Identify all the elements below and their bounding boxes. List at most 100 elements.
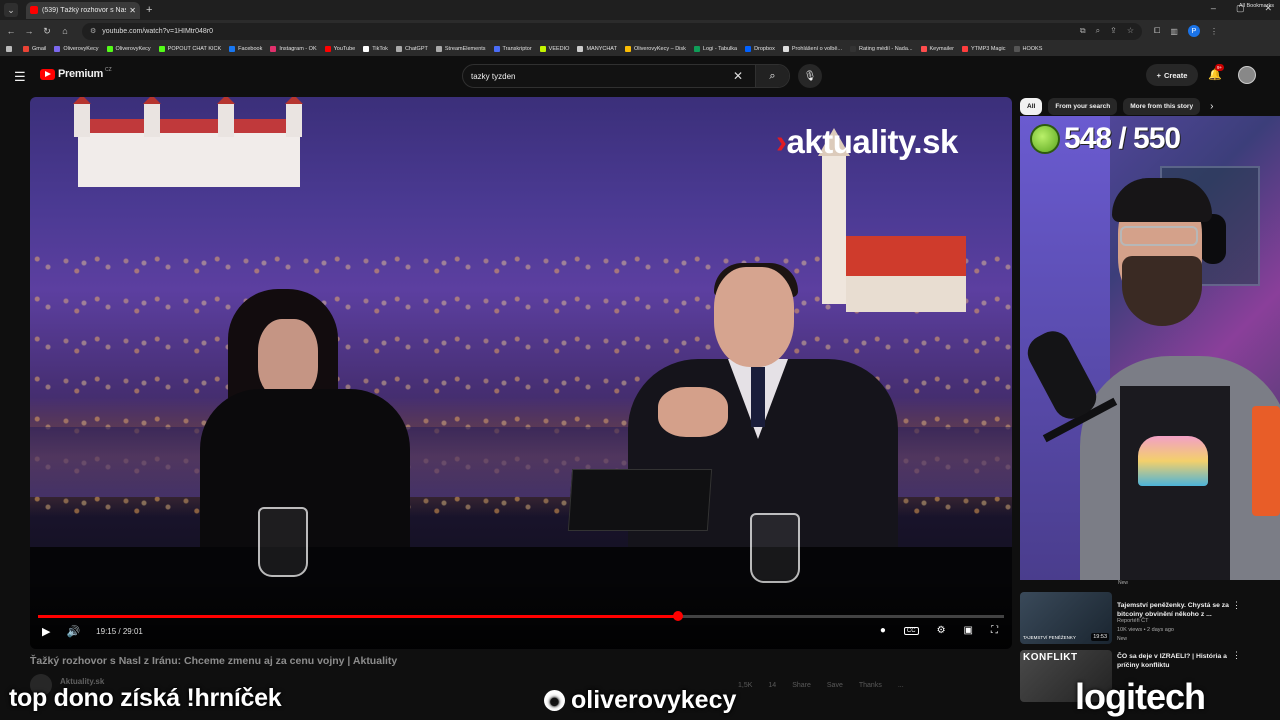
- settings-gear-icon[interactable]: ⚙: [937, 625, 946, 636]
- bookmark-label: Logi - Tabulka: [702, 46, 738, 52]
- extensions-icon[interactable]: ⧠: [1154, 26, 1160, 36]
- share-icon[interactable]: ⇪: [1110, 26, 1117, 36]
- bookmark-item[interactable]: OliverovyKecy: [106, 46, 151, 52]
- bookmark-label: Gmail: [32, 46, 47, 52]
- subtitles-icon[interactable]: CC: [903, 626, 919, 635]
- bookmark-item[interactable]: Rating médií - Nada...: [850, 46, 913, 52]
- site-info-icon[interactable]: ⚙: [90, 27, 96, 35]
- hamburger-menu-icon[interactable]: ☰: [14, 69, 26, 85]
- url-bar[interactable]: ⚙ youtube.com/watch?v=1HIMtr048r0 ⧉ ⌕ ⇪ …: [82, 22, 1142, 40]
- profile-avatar[interactable]: P: [1187, 25, 1200, 37]
- bookmark-item[interactable]: VEEDIO: [539, 46, 570, 52]
- list-item[interactable]: TAJEMSTVÍ PENĚŽENKY 19:53 Tajemství peně…: [1020, 588, 1280, 648]
- tab-close-icon[interactable]: ✕: [129, 6, 136, 15]
- recommendation-channel[interactable]: Reportéři ČT: [1117, 618, 1148, 624]
- chip-more-from-this-story[interactable]: More from this story: [1123, 98, 1201, 115]
- bookmark-item[interactable]: Keymailer: [920, 46, 954, 52]
- thumbnail-caption: KONFLIKT: [1023, 652, 1078, 663]
- apps-icon[interactable]: [6, 46, 15, 52]
- search-input[interactable]: tazky tyzden: [471, 72, 733, 81]
- minimize-icon[interactable]: –: [1211, 3, 1216, 14]
- bookmark-item[interactable]: Facebook: [229, 46, 262, 52]
- clear-search-icon[interactable]: ✕: [733, 69, 743, 83]
- bookmark-favicon-icon: [539, 46, 546, 52]
- video-thumbnail[interactable]: TAJEMSTVÍ PENĚŽENKY 19:53: [1020, 592, 1112, 644]
- bookmark-item[interactable]: Transkriptor: [493, 46, 532, 52]
- bookmark-favicon-icon: [324, 46, 331, 52]
- share-button[interactable]: Share: [792, 682, 811, 689]
- new-tab-button[interactable]: +: [146, 4, 152, 16]
- autoplay-toggle-icon[interactable]: ●: [880, 625, 886, 636]
- bookmark-item[interactable]: POPOUT CHAT KICK: [158, 46, 221, 52]
- bookmark-item[interactable]: YTMP3 Magic: [961, 46, 1006, 52]
- tab-search-icon[interactable]: ⌄: [4, 3, 18, 17]
- bookmark-item[interactable]: Logi - Tabulka: [693, 46, 738, 52]
- account-avatar[interactable]: [1238, 66, 1256, 84]
- chips-next-chevron-icon[interactable]: ›: [1210, 101, 1213, 112]
- bookmark-favicon-icon: [158, 46, 165, 52]
- voice-search-mic-icon[interactable]: 🎙: [798, 64, 822, 88]
- bookmark-star-icon[interactable]: ☆: [1127, 26, 1134, 36]
- notifications-bell-icon[interactable]: 🔔 9+: [1208, 64, 1225, 81]
- bookmark-item[interactable]: MANYCHAT: [577, 46, 617, 52]
- new-badge: New: [1117, 636, 1128, 642]
- like-button[interactable]: 1,5K: [738, 682, 752, 689]
- dislike-button[interactable]: 14: [768, 682, 776, 689]
- save-button[interactable]: Save: [827, 682, 843, 689]
- bookmark-item[interactable]: OliverovyKecy – Disk: [624, 46, 686, 52]
- browser-menu-icon[interactable]: ⋮: [1210, 27, 1218, 36]
- bookmark-label: Instagram - OK: [279, 46, 317, 52]
- more-actions-button[interactable]: ...: [898, 682, 904, 689]
- kick-channel-overlay: ☻ oliverovykecy: [544, 686, 736, 715]
- volume-icon[interactable]: 🔊: [66, 625, 80, 638]
- play-icon[interactable]: ▶: [42, 625, 50, 638]
- bookmark-favicon-icon: [850, 46, 857, 52]
- bookmark-item[interactable]: ChatGPT: [395, 46, 428, 52]
- sidebar-icon[interactable]: ▥: [1170, 27, 1178, 36]
- youtube-logo[interactable]: Premium CZ: [40, 67, 112, 80]
- seek-bar[interactable]: [38, 611, 1004, 621]
- bookmark-item[interactable]: HOOKS: [1013, 46, 1043, 52]
- bookmark-item[interactable]: TikTok: [363, 46, 388, 52]
- bookmark-label: VEEDIO: [548, 46, 570, 52]
- bookmark-item[interactable]: Dropbox: [745, 46, 775, 52]
- bookmark-favicon-icon: [229, 46, 236, 52]
- bookmark-item[interactable]: Gmail: [23, 46, 46, 52]
- miniplayer-icon[interactable]: ▣: [964, 625, 973, 636]
- fullscreen-icon[interactable]: ⛶: [991, 625, 998, 636]
- thanks-button[interactable]: Thanks: [859, 682, 882, 689]
- bookmark-item[interactable]: YouTube: [324, 46, 355, 52]
- video-title: Ťažký rozhovor s Nasl z Iránu: Chceme zm…: [30, 655, 398, 667]
- bookmark-item[interactable]: Instagram - OK: [270, 46, 317, 52]
- aktuality-chevron-icon: ›: [776, 123, 787, 160]
- bookmark-item[interactable]: OliverovyKecy: [54, 46, 99, 52]
- recommendation-title[interactable]: Tajemství peněženky. Chystá se za bitcoi…: [1117, 601, 1237, 619]
- chip-from-your-search[interactable]: From your search: [1048, 98, 1118, 115]
- back-icon[interactable]: ←: [4, 26, 18, 36]
- home-icon[interactable]: ⌂: [58, 26, 72, 36]
- address-toolbar: ← → ↻ ⌂ ⚙ youtube.com/watch?v=1HIMtr048r…: [0, 20, 1280, 42]
- streamer-webcam: 548 / 550: [1020, 116, 1280, 580]
- chip-all[interactable]: All: [1020, 98, 1043, 115]
- more-options-icon[interactable]: ⋮: [1232, 600, 1241, 611]
- translate-icon[interactable]: ⧉: [1080, 26, 1086, 36]
- forward-icon[interactable]: →: [22, 26, 36, 36]
- browser-tab[interactable]: (539) Ťažký rozhovor s Nas ✕: [26, 1, 140, 19]
- bookmark-label: OliverovyKecy: [63, 46, 99, 52]
- video-player[interactable]: ›aktuality.sk ▶ 🔊 19:15 / 29:01 ● CC ⚙ ▣…: [30, 97, 1012, 649]
- all-bookmarks-link[interactable]: All Bookmarks: [1239, 3, 1274, 9]
- recommendation-title[interactable]: ČO sa deje v IZRAELI? | História a príči…: [1117, 652, 1237, 670]
- zoom-icon[interactable]: ⌕: [1096, 26, 1100, 36]
- bookmark-favicon-icon: [1013, 46, 1020, 52]
- bookmark-item[interactable]: StreamElements: [435, 46, 486, 52]
- video-frame-castle: [73, 97, 303, 187]
- seek-bar-played: [38, 615, 679, 618]
- bookmark-item[interactable]: Prohlášení o volbě...: [782, 46, 842, 52]
- bookmark-label: HOOKS: [1022, 46, 1043, 52]
- search-button[interactable]: ⌕: [755, 65, 789, 87]
- reload-icon[interactable]: ↻: [40, 26, 54, 37]
- more-options-icon[interactable]: ⋮: [1232, 650, 1241, 661]
- plus-icon: +: [1156, 70, 1162, 80]
- create-button[interactable]: + Create: [1146, 64, 1198, 86]
- search-box[interactable]: tazky tyzden ✕ ⌕: [462, 64, 790, 88]
